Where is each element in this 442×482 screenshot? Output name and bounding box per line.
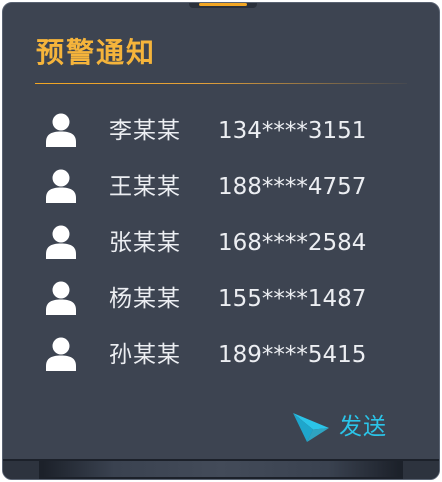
- contact-phone: 188****4757: [218, 174, 367, 200]
- person-icon: [45, 225, 77, 259]
- send-button[interactable]: 发送: [291, 407, 411, 447]
- contact-phone: 168****2584: [218, 230, 367, 256]
- contact-item: 杨某某 155****1487: [3, 273, 439, 329]
- contact-name: 李某某: [109, 118, 181, 144]
- bottom-corner-left: [3, 461, 39, 479]
- contact-name: 杨某某: [109, 286, 181, 312]
- title-divider: [35, 83, 407, 84]
- person-icon: [45, 169, 77, 203]
- contact-item: 李某某 134****3151: [3, 105, 439, 161]
- contact-item: 王某某 188****4757: [3, 161, 439, 217]
- contact-phone: 155****1487: [218, 286, 367, 312]
- contact-list: 李某某 134****3151 王某某 188****4757 张某某 168*…: [3, 105, 439, 385]
- top-notch-decoration: [189, 3, 257, 8]
- contact-phone: 134****3151: [218, 118, 367, 144]
- contact-name: 王某某: [109, 174, 181, 200]
- bottom-bar-decoration: [3, 459, 439, 479]
- panel-title: 预警通知: [36, 36, 157, 69]
- person-icon: [45, 113, 77, 147]
- bottom-corner-right: [403, 461, 439, 479]
- paper-plane-icon: [291, 410, 331, 444]
- contact-name: 张某某: [109, 230, 181, 256]
- contact-item: 张某某 168****2584: [3, 217, 439, 273]
- send-label: 发送: [339, 414, 387, 440]
- contact-name: 孙某某: [109, 342, 181, 368]
- person-icon: [45, 281, 77, 315]
- contact-phone: 189****5415: [218, 342, 367, 368]
- warning-notice-panel: 预警通知 李某某 134****3151 王某某 188****4757 张某某…: [2, 2, 440, 480]
- person-icon: [45, 337, 77, 371]
- contact-item: 孙某某 189****5415: [3, 329, 439, 385]
